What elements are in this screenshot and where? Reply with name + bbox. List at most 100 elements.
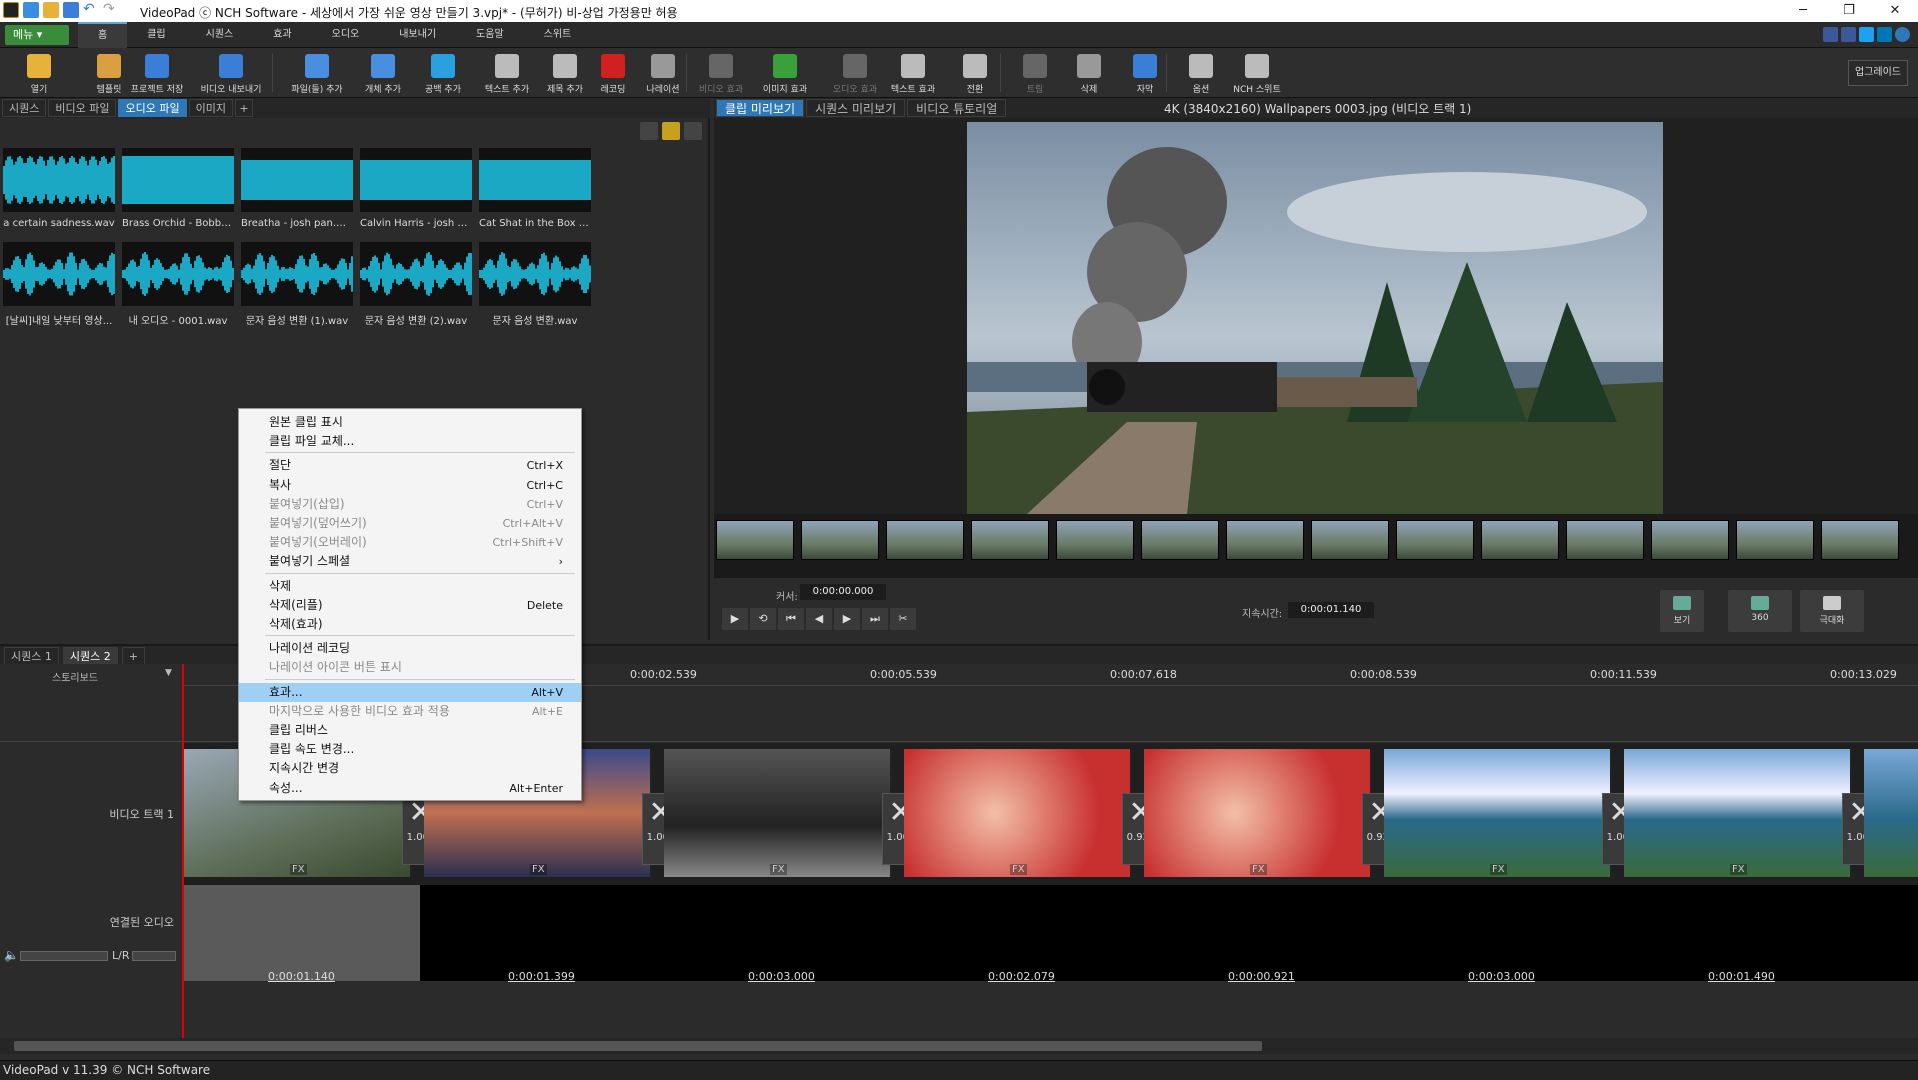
preview-tab[interactable]: 시퀀스 미리보기 — [806, 99, 906, 117]
chevron-down-icon[interactable]: ▼ — [165, 668, 172, 678]
toolbar-button[interactable]: 비디오 효과 — [690, 48, 752, 98]
undo-icon[interactable]: ↶ — [83, 2, 99, 18]
volume-icon[interactable]: 🔈 — [4, 948, 19, 962]
clip-duration[interactable]: 0:00:02.079 — [988, 970, 1055, 983]
context-menu-item[interactable]: 붙여넣기 스페셜 › — [239, 552, 581, 571]
clip-filmstrip[interactable]: 0:00:00.0000:00:00.1000:00:00.2000:00:00… — [714, 514, 1918, 575]
fx-badge[interactable]: FX — [1490, 864, 1507, 875]
clip-duration[interactable]: 0:00:01.399 — [508, 970, 575, 983]
audio-file-thumbnail[interactable]: Calvin Harris - josh p... — [360, 148, 472, 229]
context-menu-item[interactable]: 속성... Alt+Enter — [239, 779, 581, 798]
audio-file-thumbnail[interactable]: Breatha - josh pan.mp3 — [241, 148, 353, 229]
video-clip[interactable]: FX — [664, 749, 892, 877]
audio-file-thumbnail[interactable]: Brass Orchid - Bobby ... — [122, 148, 234, 229]
toolbar-button[interactable]: 텍스트 추가 — [476, 48, 538, 98]
clip-duration[interactable]: 0:00:03.000 — [748, 970, 815, 983]
storyboard-toggle[interactable]: 스토리보드 — [52, 669, 98, 684]
menu-tab[interactable]: 시퀀스 — [186, 22, 254, 48]
preview-tab[interactable]: 비디오 튜토리얼 — [907, 99, 1007, 117]
context-menu-item[interactable]: 나레이션 레코딩 — [239, 639, 581, 658]
upgrade-button[interactable]: 업그레이드 — [1848, 60, 1908, 86]
360-button[interactable]: 360 — [1728, 590, 1792, 632]
toolbar-button[interactable]: 삭제 — [1058, 48, 1120, 98]
list-view-icon[interactable] — [684, 122, 702, 140]
bin-tab[interactable]: 오디오 파일 — [118, 99, 187, 117]
sequence-tab[interactable]: 시퀀스 1 — [4, 647, 59, 665]
toolbar-button[interactable]: 오디오 효과 — [824, 48, 886, 98]
clip-duration[interactable]: 0:00:01.140 — [268, 970, 335, 983]
toolbar-button[interactable]: 나레이션 — [632, 48, 694, 98]
loop-icon[interactable]: ⟲ — [750, 608, 776, 630]
maximize-button[interactable]: 극대화 — [1800, 590, 1864, 632]
goto-end-icon[interactable]: ⏭ — [862, 608, 888, 630]
menu-tab[interactable]: 스위트 — [524, 22, 592, 48]
audio-file-thumbnail[interactable]: 내 오디오 - 0001.wav — [122, 242, 234, 327]
toolbar-button[interactable]: 텍스트 효과 — [882, 48, 944, 98]
sequence-tab[interactable]: 시퀀스 2 — [62, 647, 118, 665]
restore-button[interactable]: ❐ — [1826, 0, 1872, 22]
prev-frame-icon[interactable]: ◀ — [806, 608, 832, 630]
video-clip[interactable]: FX — [1144, 749, 1372, 877]
fx-badge[interactable]: FX — [1250, 864, 1267, 875]
toolbar-button[interactable]: 비디오 내보내기 — [200, 48, 262, 98]
audio-file-thumbnail[interactable]: Cat Shat in the Box - J... — [479, 148, 591, 229]
bin-tab[interactable]: 비디오 파일 — [48, 99, 117, 117]
save-icon[interactable] — [63, 2, 79, 18]
play-icon[interactable]: ▶ — [722, 608, 748, 630]
fx-badge[interactable]: FX — [1010, 864, 1027, 875]
fx-badge[interactable]: FX — [530, 864, 547, 875]
toolbar-button[interactable]: 이미지 효과 — [754, 48, 816, 98]
context-menu-item[interactable]: 삭제(리플) Delete — [239, 596, 581, 615]
pan-slider[interactable] — [132, 951, 176, 961]
bin-tab[interactable]: 이미지 — [188, 99, 233, 117]
audio-file-thumbnail[interactable]: 문자 음성 변환 (1).wav — [241, 242, 353, 327]
toolbar-button[interactable]: 열기 — [8, 48, 70, 98]
menu-tab[interactable]: 도움말 — [456, 22, 524, 48]
goto-start-icon[interactable]: ⏮ — [778, 608, 804, 630]
menu-tab[interactable]: 클립 — [127, 22, 185, 48]
toolbar-button[interactable]: 공백 추가 — [412, 48, 474, 98]
clip-duration[interactable]: 0:00:01.490 — [1708, 970, 1775, 983]
video-clip[interactable]: FX — [1384, 749, 1612, 877]
new-icon[interactable] — [23, 2, 39, 18]
toolbar-button[interactable]: 개체 추가 — [352, 48, 414, 98]
menu-tab[interactable]: 내보내기 — [379, 22, 456, 48]
fx-badge[interactable]: FX — [770, 864, 787, 875]
scrollbar-thumb[interactable] — [14, 1041, 1262, 1051]
open-icon[interactable] — [43, 2, 59, 18]
context-menu-item[interactable]: 지속시간 변경 — [239, 759, 581, 778]
view-button[interactable]: 보기 — [1660, 590, 1704, 632]
audio-file-thumbnail[interactable]: 문자 음성 변환 (2).wav — [360, 242, 472, 327]
minimize-button[interactable]: ─ — [1780, 0, 1826, 22]
facebook-icon[interactable] — [1841, 27, 1856, 42]
context-menu-item[interactable]: 절단 Ctrl+X — [239, 456, 581, 475]
add-bin-tab-button[interactable]: + — [234, 99, 253, 117]
add-sequence-tab-button[interactable]: + — [121, 647, 145, 665]
split-icon[interactable]: ✂ — [890, 608, 916, 630]
bin-tab[interactable]: 시퀀스 — [2, 99, 47, 117]
next-frame-icon[interactable]: ▶ — [834, 608, 860, 630]
redo-icon[interactable]: ↷ — [103, 2, 119, 18]
menu-tab[interactable]: 오디오 — [312, 22, 380, 48]
context-menu-item[interactable]: 삭제(효과) — [239, 615, 581, 634]
help-icon[interactable] — [1895, 27, 1910, 42]
timeline-scrollbar[interactable] — [0, 1038, 1918, 1054]
delete-bin-icon[interactable] — [640, 122, 658, 140]
context-menu-item[interactable]: 클립 속도 변경... — [239, 740, 581, 759]
toolbar-button[interactable]: 프로젝트 저장 — [126, 48, 188, 98]
duration-value[interactable]: 0:00:01.140 — [1288, 602, 1374, 618]
toolbar-button[interactable]: 전환 — [944, 48, 1006, 98]
context-menu-item[interactable]: 클립 파일 교체... — [239, 432, 581, 451]
context-menu-item[interactable]: 삭제 — [239, 577, 581, 596]
toolbar-button[interactable]: 파일(들) 추가 — [286, 48, 348, 98]
audio-file-thumbnail[interactable]: 문자 음성 변환.wav — [479, 242, 591, 327]
main-menu-button[interactable]: 메뉴 ▾ — [5, 25, 69, 45]
context-menu-item[interactable]: 복사 Ctrl+C — [239, 476, 581, 495]
menu-tab[interactable]: 효과 — [253, 22, 311, 48]
audio-file-thumbnail[interactable]: a certain sadness.wav — [3, 148, 115, 229]
clip-duration[interactable]: 0:00:03.000 — [1468, 970, 1535, 983]
folder-icon[interactable] — [662, 122, 680, 140]
fx-badge[interactable]: FX — [1730, 864, 1747, 875]
toolbar-button[interactable]: NCH 스위트 — [1226, 48, 1288, 98]
menu-tab[interactable]: 홈 — [78, 22, 128, 48]
